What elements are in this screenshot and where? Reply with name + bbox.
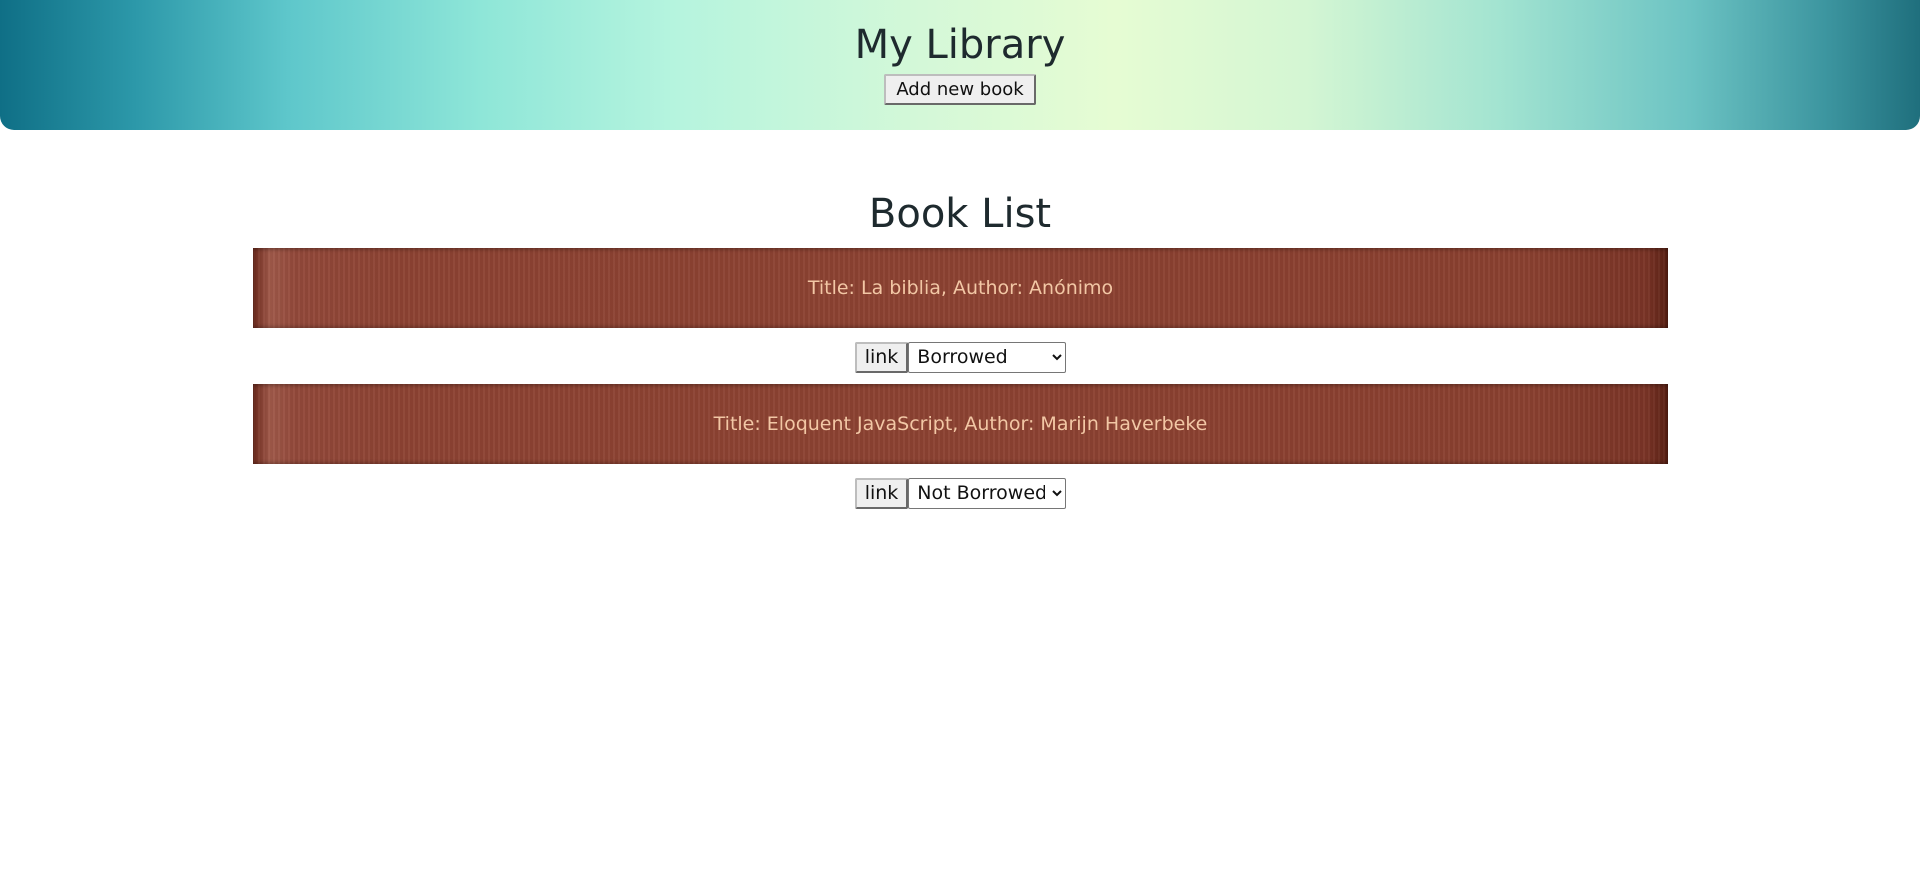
app-title: My Library [854,22,1066,68]
book-banner: Title: La biblia, Author: Anónimo [253,248,1668,328]
page-header: My Library Add new book [0,0,1920,130]
book-banner: Title: Eloquent JavaScript, Author: Mari… [253,384,1668,464]
book-list: Title: La biblia, Author: Anónimo link B… [253,248,1668,520]
borrow-status-select[interactable]: Not Borrowed [908,477,1067,509]
book-controls: link Borrowed [253,341,1668,373]
book-item: Title: La biblia, Author: Anónimo link B… [253,248,1668,373]
book-item: Title: Eloquent JavaScript, Author: Mari… [253,384,1668,509]
borrow-status-select[interactable]: Borrowed [908,341,1067,373]
book-info: Title: Eloquent JavaScript, Author: Mari… [713,413,1208,435]
book-list-title: Book List [868,191,1052,237]
book-info: Title: La biblia, Author: Anónimo [807,277,1114,299]
add-new-book-button[interactable]: Add new book [884,74,1036,105]
book-link-button[interactable]: link [854,477,909,509]
book-link-button[interactable]: link [854,341,909,373]
book-controls: link Not Borrowed [253,477,1668,509]
